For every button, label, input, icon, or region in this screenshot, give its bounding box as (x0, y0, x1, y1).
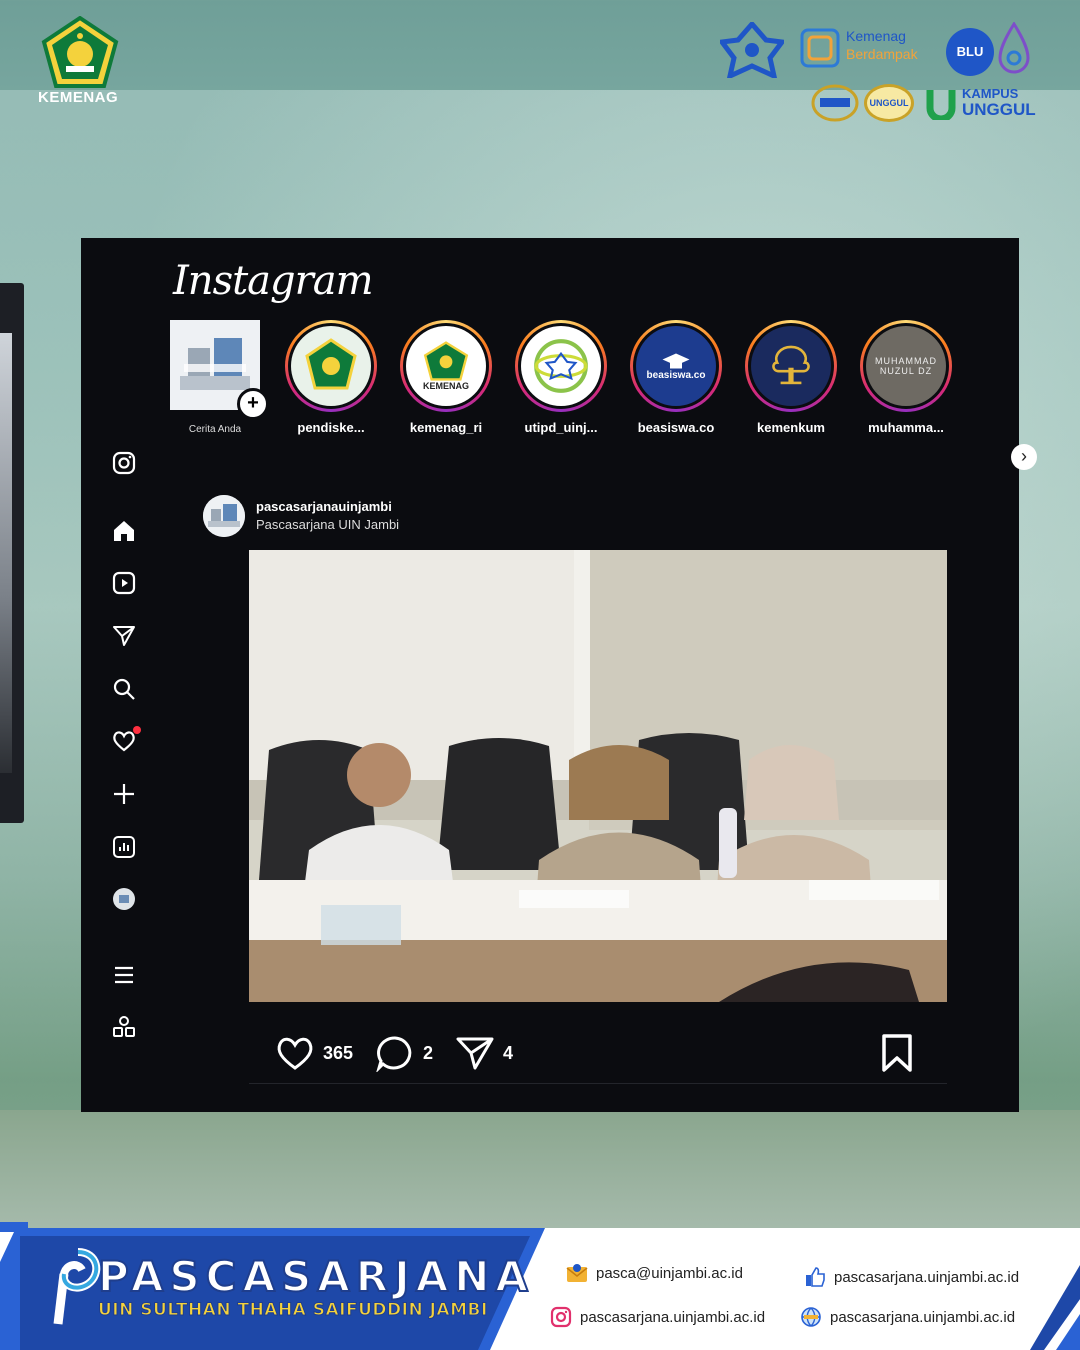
instagram-icon (550, 1306, 572, 1328)
email-icon (566, 1264, 588, 1282)
post-author-avatar[interactable] (203, 495, 245, 537)
pengayoman-tree-icon (772, 345, 810, 385)
save-action[interactable] (877, 1034, 925, 1072)
story-pendiske[interactable]: pendiske... (281, 320, 381, 435)
partner-logos: Kemenag Berdampak BLU UNGGUL KAMPUS UNGG… (720, 22, 1040, 122)
story-label: kemenkum (757, 420, 825, 435)
uin-jambi-logo (720, 22, 784, 78)
post-photo[interactable] (249, 550, 947, 1002)
kemenag-emblem-icon (305, 338, 357, 390)
search-icon[interactable] (111, 676, 137, 702)
berdampak-line1: Kemenag (846, 28, 906, 44)
graduation-cap-icon (662, 353, 690, 368)
kemenag-label: KEMENAG (38, 89, 119, 106)
footer-brand-subtitle: UIN SULTHAN THAHA SAIFUDDIN JAMBI (98, 1300, 488, 1321)
profile-avatar-icon[interactable] (111, 886, 137, 912)
contact-facebook[interactable]: pascasarjana.uinjambi.ac.id (804, 1266, 1019, 1288)
berdampak-line2: Berdampak (846, 46, 918, 62)
story-kemenkum[interactable]: kemenkum (741, 320, 841, 435)
post-actions: 365 2 4 (249, 1028, 947, 1078)
water-drop-logo (998, 22, 1030, 74)
blu-logo: BLU (946, 28, 994, 76)
heart-icon[interactable] (111, 726, 141, 754)
comment-icon (376, 1036, 412, 1072)
comment-count: 2 (423, 1042, 434, 1063)
kampus-unggul-line2: UNGGUL (962, 100, 1036, 119)
send-icon[interactable] (111, 623, 137, 649)
post-divider (249, 1083, 947, 1084)
sidebar-nav (105, 448, 141, 1048)
kampus-unggul-line1: KAMPUS (962, 86, 1019, 101)
story-utipd[interactable]: utipd_uinj... (511, 320, 611, 435)
heart-icon (277, 1037, 313, 1070)
menu-icon[interactable] (111, 962, 137, 988)
story-label: kemenag_ri (409, 420, 483, 435)
utipd-logo-icon (534, 339, 588, 393)
stories-tray: + Cerita Anda pendiske... KEMENAG kemena… (165, 320, 1037, 470)
story-label: beasiswa.co (637, 420, 715, 435)
kampus-unggul-mark-icon (926, 90, 956, 120)
story-label: pendiske... (297, 420, 365, 435)
instagram-icon[interactable] (111, 450, 137, 476)
footer-stripe (1030, 1265, 1080, 1350)
insights-icon[interactable] (111, 834, 137, 860)
story-label: utipd_uinj... (524, 420, 598, 435)
home-icon[interactable] (111, 518, 137, 544)
send-icon (456, 1037, 494, 1070)
globe-icon (801, 1307, 821, 1327)
kemenag-berdampak-logo: Kemenag Berdampak (800, 28, 932, 72)
post-subtitle: Pascasarjana UIN Jambi (256, 517, 400, 532)
contact-facebook-text: pascasarjana.uinjambi.ac.id (834, 1268, 1020, 1286)
bookmark-icon (882, 1034, 912, 1072)
kemenag-emblem-icon (41, 16, 119, 88)
berdampak-mark-icon (800, 28, 840, 68)
background-window (0, 283, 24, 823)
contact-email[interactable]: pasca@uinjambi.ac.id (566, 1262, 743, 1284)
contact-website[interactable]: pascasarjana.uinjambi.ac.id (800, 1306, 1015, 1328)
like-count: 365 (323, 1042, 354, 1063)
story-label: Cerita Anda (188, 424, 242, 435)
post-username[interactable]: pascasarjanauinjambi (256, 499, 392, 514)
reels-icon[interactable] (111, 570, 137, 596)
plus-icon[interactable] (111, 781, 137, 807)
apps-icon[interactable] (111, 1014, 137, 1040)
story-label: muhamma... (868, 420, 944, 435)
accreditation-unggul-badge-1 (811, 84, 859, 122)
story-kemenag-ri[interactable]: KEMENAG kemenag_ri (396, 320, 496, 435)
beasiswa-badge-text: beasiswa.co (646, 369, 706, 381)
background-lawn (0, 1110, 1080, 1240)
instagram-logo[interactable]: Instagram (173, 258, 374, 304)
meeting-photo (249, 550, 947, 1002)
contact-instagram-text: pascasarjana.uinjambi.ac.id (580, 1308, 766, 1326)
contact-website-text: pascasarjana.uinjambi.ac.id (830, 1308, 1016, 1326)
contact-email-text: pasca@uinjambi.ac.id (596, 1264, 743, 1282)
footer-brand-title: PASCASARJANA (97, 1251, 534, 1302)
share-action[interactable]: 4 (455, 1034, 513, 1072)
notification-dot (133, 726, 141, 734)
comment-action[interactable]: 2 (375, 1034, 433, 1072)
accreditation-unggul-badge-2: UNGGUL (864, 84, 914, 122)
kampus-unggul-logo: KAMPUS UNGGUL (924, 84, 1040, 124)
thumbs-up-icon (806, 1267, 825, 1287)
story-muhammad[interactable]: MUHAMMAD NUZUL DZ muhamma... (856, 320, 956, 435)
contact-instagram[interactable]: pascasarjana.uinjambi.ac.id (550, 1306, 765, 1328)
muhammad-badge-text: MUHAMMAD NUZUL DZ (875, 356, 937, 376)
stories-next-button[interactable]: › (1011, 444, 1037, 470)
story-beasiswa[interactable]: beasiswa.co beasiswa.co (626, 320, 726, 435)
instagram-window: Instagram + Cerita Anda pendiske... KEME… (81, 238, 1037, 1112)
pascasarjana-logo-mark (53, 1248, 101, 1325)
like-action[interactable]: 365 (275, 1034, 353, 1072)
kemenag-emblem-icon (423, 341, 469, 381)
share-count: 4 (503, 1042, 514, 1063)
add-story-icon[interactable]: + (237, 388, 269, 420)
story-own[interactable]: + Cerita Anda (165, 320, 269, 435)
kemenag-badge-text: KEMENAG (422, 381, 469, 391)
